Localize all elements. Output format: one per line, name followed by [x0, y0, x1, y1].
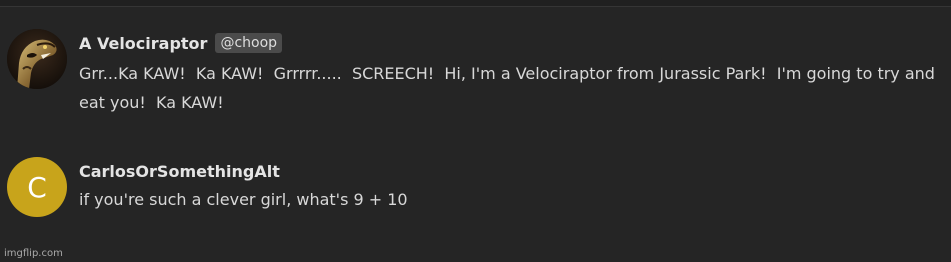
user-handle-badge[interactable]: @choop — [215, 33, 283, 53]
comment-author[interactable]: CarlosOrSomethingAlt — [79, 162, 280, 181]
avatar[interactable]: C — [7, 157, 67, 217]
comment-text: if you're such a clever girl, what's 9 +… — [79, 190, 408, 209]
velociraptor-avatar-icon — [7, 29, 67, 89]
comment-item: A Velociraptor @choop Grr...Ka KAW! Ka K… — [7, 29, 939, 117]
comment-author[interactable]: A Velociraptor — [79, 34, 207, 53]
avatar-letter: C — [27, 170, 47, 204]
comment-item: C CarlosOrSomethingAlt if you're such a … — [7, 157, 939, 217]
top-divider — [0, 0, 951, 7]
comment-text: Grr...Ka KAW! Ka KAW! Grrrrr..... SCREEC… — [79, 64, 941, 112]
avatar[interactable] — [7, 29, 67, 89]
watermark: imgflip.com — [4, 248, 63, 259]
